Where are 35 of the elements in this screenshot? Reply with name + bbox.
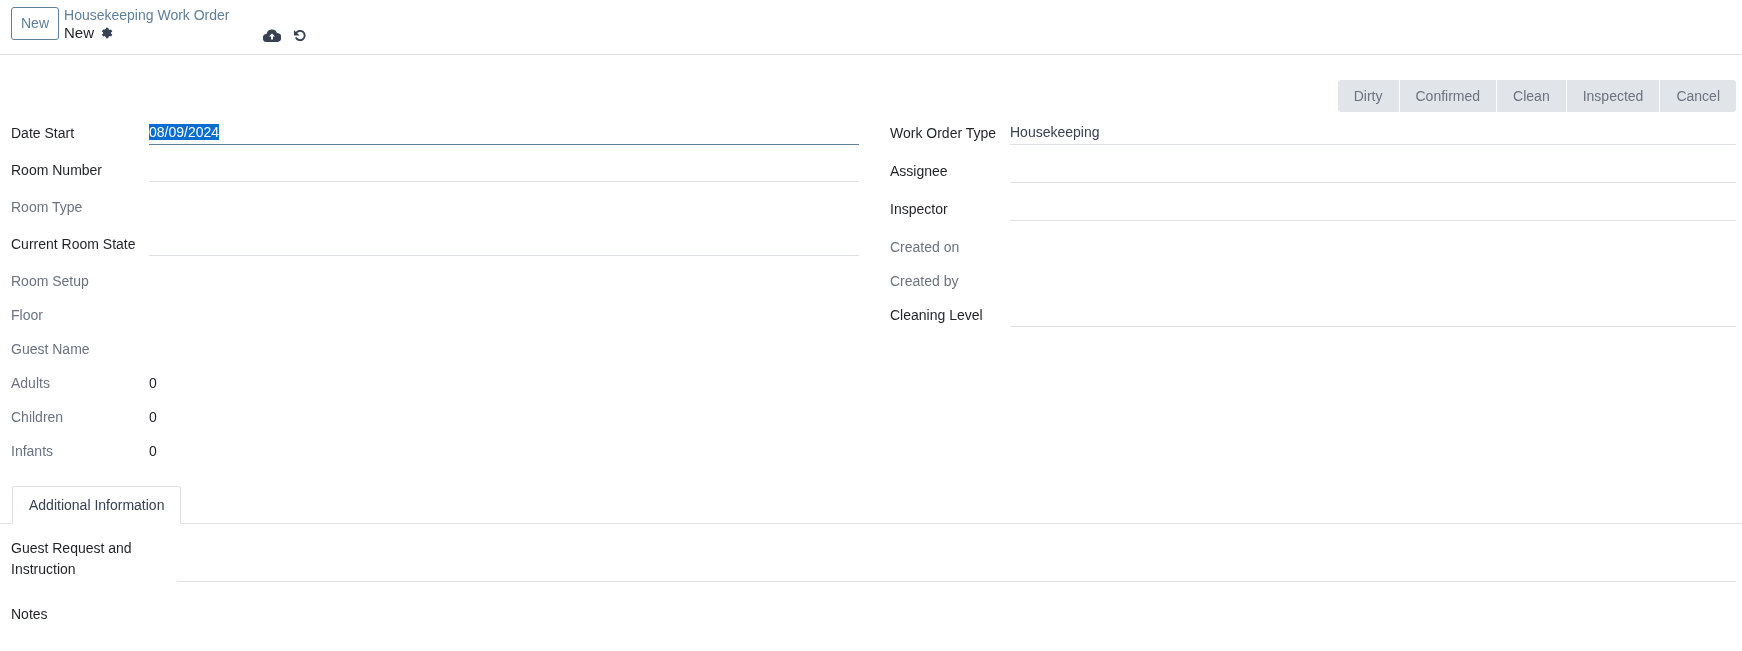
undo-icon[interactable] bbox=[292, 29, 306, 42]
input-field[interactable]: 08/09/2024 bbox=[149, 118, 859, 145]
field-label: Cleaning Level bbox=[890, 306, 984, 325]
field-label: Floor bbox=[11, 306, 44, 325]
field-label: Inspector bbox=[890, 200, 949, 219]
breadcrumb-link[interactable]: Housekeeping Work Order bbox=[64, 7, 230, 24]
field-label: Date Start bbox=[11, 124, 76, 143]
status-step[interactable]: Cancel bbox=[1659, 80, 1736, 112]
field-value: 0 bbox=[149, 442, 157, 461]
input-field[interactable]: Housekeeping bbox=[1010, 118, 1736, 145]
status-step[interactable]: Clean bbox=[1496, 80, 1566, 112]
field-label: Created on bbox=[890, 238, 961, 257]
new-button[interactable]: New bbox=[11, 7, 59, 40]
field-label: Guest Name bbox=[11, 340, 91, 359]
record-title: New bbox=[64, 24, 95, 41]
status-step[interactable]: Dirty bbox=[1337, 80, 1399, 112]
field-label: Current Room State bbox=[11, 235, 137, 254]
field-label: Guest Request and Instruction bbox=[11, 539, 133, 579]
cloud-upload-icon[interactable] bbox=[262, 29, 281, 42]
field-label: Created by bbox=[890, 272, 960, 291]
field-label: Room Type bbox=[11, 198, 84, 217]
field-label: Room Setup bbox=[11, 272, 90, 291]
field-label: Assignee bbox=[890, 162, 949, 181]
status-step[interactable]: Confirmed bbox=[1398, 80, 1497, 112]
status-step[interactable]: Inspected bbox=[1565, 80, 1660, 112]
field-label: Children bbox=[11, 408, 65, 427]
field-label: Room Number bbox=[11, 161, 104, 180]
field-value: 0 bbox=[149, 374, 157, 393]
settings-icon[interactable] bbox=[100, 25, 115, 40]
field-label: Notes bbox=[11, 605, 49, 624]
field-label: Adults bbox=[11, 374, 51, 393]
tab[interactable]: Additional Information bbox=[12, 486, 182, 524]
field-label: Infants bbox=[11, 442, 55, 461]
field-value: 0 bbox=[149, 408, 157, 427]
field-label: Work Order Type bbox=[890, 124, 998, 143]
